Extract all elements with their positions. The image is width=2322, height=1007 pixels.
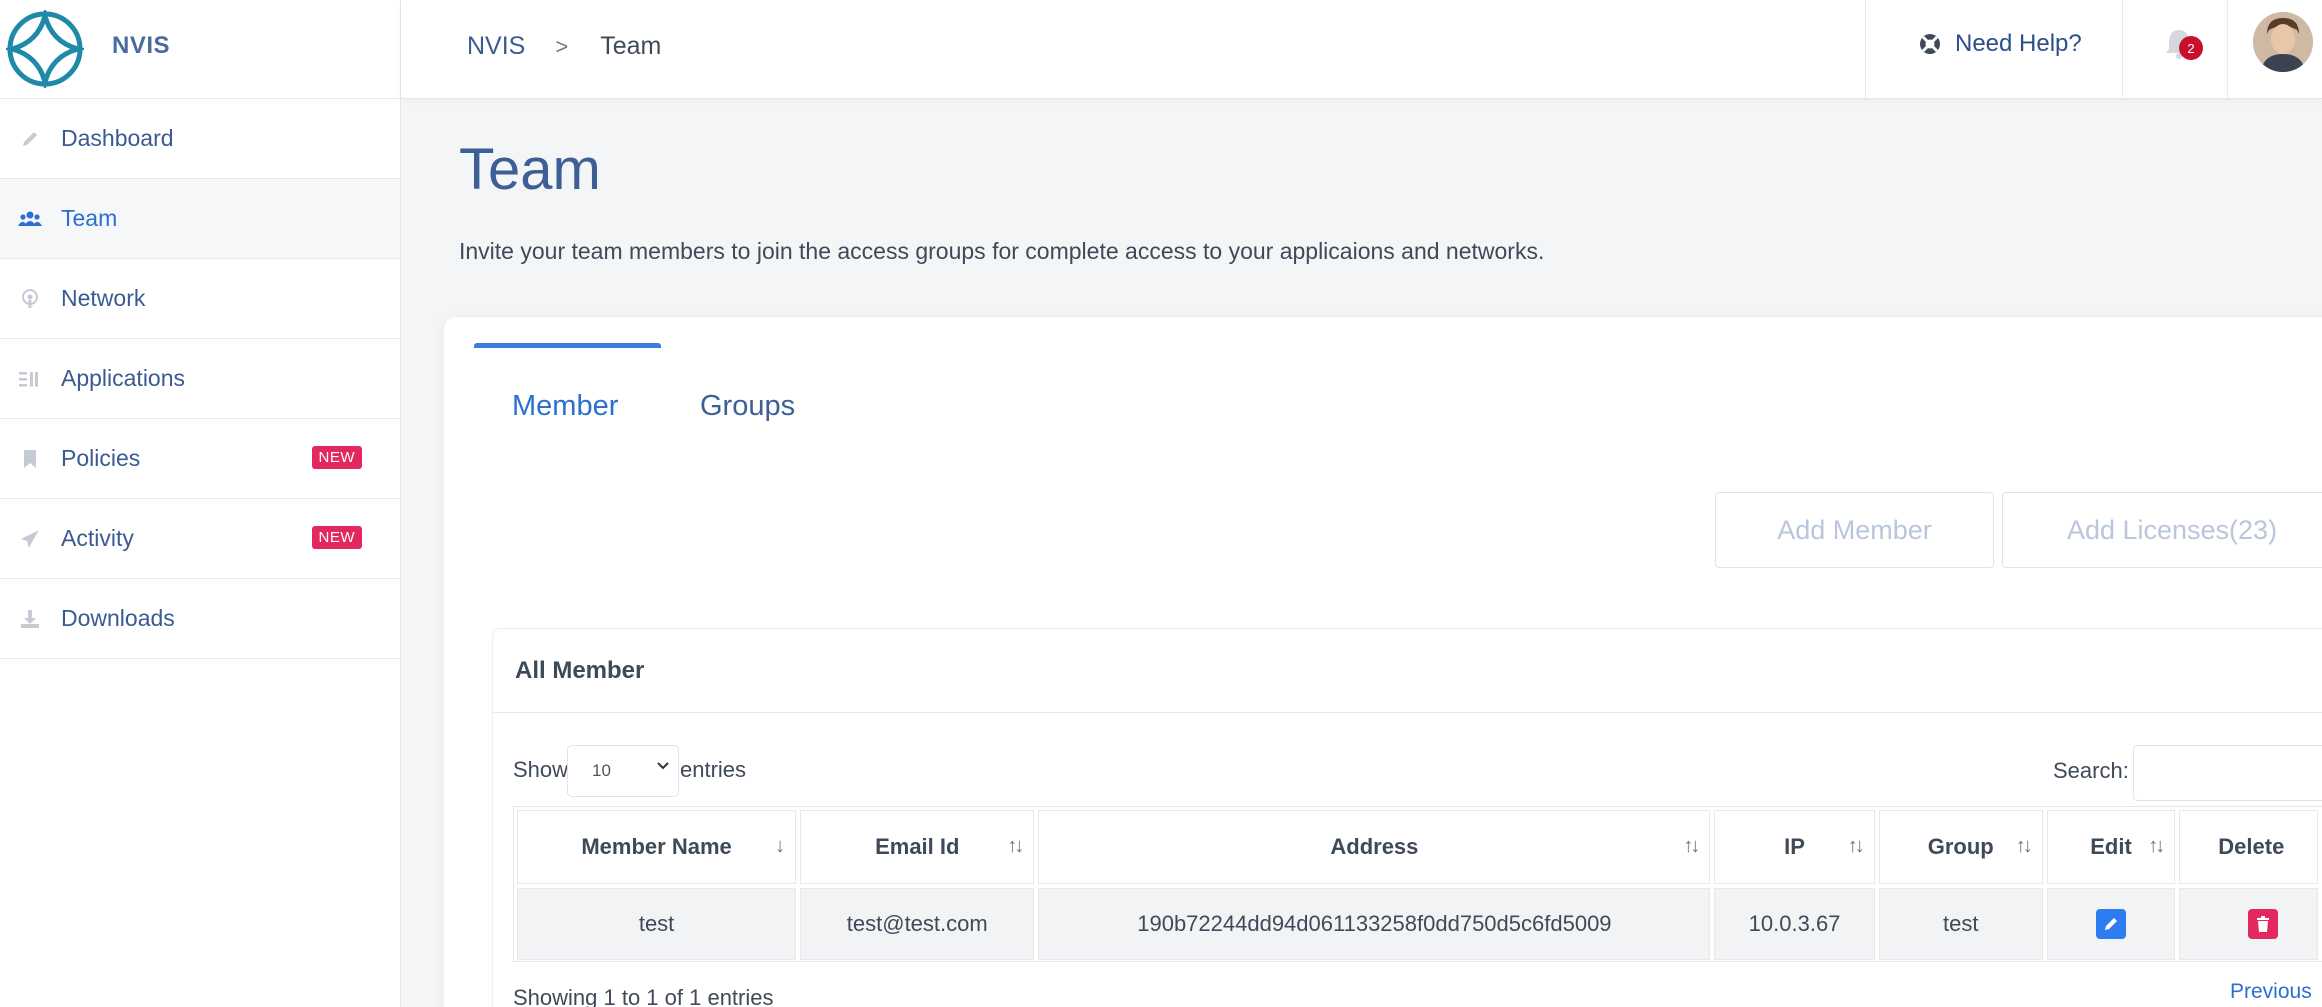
download-icon [18, 607, 42, 631]
avatar[interactable] [2253, 12, 2313, 72]
column-header-delete[interactable]: Delete [2179, 810, 2318, 884]
column-header-member-name[interactable]: Member Name ↓ [517, 810, 797, 884]
divider [492, 712, 2322, 713]
page-description: Invite your team members to join the acc… [459, 238, 1545, 264]
topbar-divider [2227, 0, 2228, 99]
sidebar-item-downloads[interactable]: Downloads [0, 579, 400, 659]
cell-delete [2179, 888, 2318, 960]
entries-select-value: 10 [592, 761, 611, 780]
page-title: Team [459, 137, 601, 202]
sidebar-item-team[interactable]: Team [0, 179, 400, 259]
sort-icon: ↑↓ [1847, 835, 1865, 857]
sidebar-item-label: Network [61, 285, 146, 311]
table-row: test test@test.com 190b72244dd94d0611332… [517, 888, 2318, 960]
life-ring-icon [1920, 34, 1940, 54]
members-table: Member Name ↓ Email Id ↑↓ Address ↑↓ IP … [513, 806, 2322, 964]
chevron-down-icon [657, 762, 669, 770]
delete-button[interactable] [2248, 909, 2279, 939]
sort-icon: ↑↓ [2148, 835, 2165, 857]
breadcrumb-root[interactable]: NVIS [467, 32, 525, 61]
new-badge: NEW [311, 446, 362, 469]
entries-label: entries [680, 757, 747, 782]
pencil-icon [18, 127, 42, 151]
cell-group: test [1878, 888, 2043, 960]
search-label: Search: [2053, 758, 2129, 783]
tab-indicator [474, 343, 661, 348]
new-badge: NEW [311, 526, 362, 549]
list-icon [18, 367, 42, 391]
cell-member-name: test [517, 888, 797, 960]
breadcrumb-current: Team [600, 32, 662, 60]
nvis-logo [6, 10, 84, 88]
need-help-link[interactable]: Need Help? [1919, 30, 2082, 58]
column-header-email[interactable]: Email Id ↑↓ [800, 810, 1035, 884]
add-member-button[interactable]: Add Member [1715, 492, 1994, 568]
members-card-title: All Member [515, 657, 645, 684]
cell-ip: 10.0.3.67 [1714, 888, 1875, 960]
sort-icon: ↑↓ [1007, 835, 1024, 857]
entries-select[interactable]: 10 [567, 745, 679, 797]
pencil-icon [2105, 918, 2118, 930]
table-summary: Showing 1 to 1 of 1 entries [513, 985, 774, 1007]
sort-icon: ↑↓ [2015, 835, 2033, 857]
sidebar-item-label: Team [61, 205, 118, 231]
notification-count-badge: 2 [2179, 36, 2203, 60]
sidebar-item-label: Dashboard [61, 125, 174, 151]
brand-name: NVIS [112, 32, 171, 59]
sidebar-item-label: Downloads [61, 605, 175, 631]
sidebar-item-applications[interactable]: Applications [0, 339, 400, 419]
topbar: NVIS > Team Need Help? 2 [401, 0, 2322, 99]
trash-icon [2257, 916, 2270, 932]
sidebar-item-activity[interactable]: Activity NEW [0, 499, 400, 579]
brand[interactable]: NVIS [0, 0, 400, 99]
sidebar-item-label: Applications [61, 365, 186, 391]
cell-address: 190b72244dd94d061133258f0dd750d5c6fd5009 [1038, 888, 1711, 960]
tab-member[interactable]: Member [512, 390, 618, 423]
edit-button[interactable] [2096, 909, 2127, 939]
podcast-icon [18, 287, 42, 311]
sidebar-item-policies[interactable]: Policies NEW [0, 419, 400, 499]
cell-edit [2046, 888, 2176, 960]
cell-email: test@test.com [800, 888, 1035, 960]
sort-desc-icon: ↓ [775, 835, 786, 857]
bookmark-icon [18, 447, 42, 471]
tab-groups[interactable]: Groups [700, 390, 795, 423]
need-help-label: Need Help? [1955, 30, 2082, 57]
users-icon [18, 207, 42, 231]
column-header-ip[interactable]: IP ↑↓ [1714, 810, 1875, 884]
show-label: Show [513, 757, 569, 782]
column-header-group[interactable]: Group ↑↓ [1878, 810, 2043, 884]
sort-icon: ↑↓ [1683, 835, 1700, 857]
breadcrumb: NVIS > Team [467, 32, 661, 61]
sidebar: NVIS Dashboard Team Network Applications… [0, 0, 401, 1007]
add-licenses-button[interactable]: Add Licenses(23) [2002, 492, 2322, 568]
pagination-previous[interactable]: Previous [2230, 980, 2312, 1004]
topbar-divider [2122, 0, 2123, 99]
column-header-edit[interactable]: Edit ↑↓ [2046, 810, 2176, 884]
column-header-address[interactable]: Address ↑↓ [1038, 810, 1711, 884]
breadcrumb-separator: > [555, 33, 569, 59]
sidebar-item-label: Policies [61, 445, 141, 471]
paper-plane-icon [18, 527, 42, 551]
sidebar-item-network[interactable]: Network [0, 259, 400, 339]
sidebar-item-dashboard[interactable]: Dashboard [0, 99, 400, 179]
search-input[interactable] [2133, 745, 2322, 801]
user-avatar-icon [2253, 12, 2313, 72]
topbar-divider [1865, 0, 1866, 99]
sidebar-item-label: Activity [61, 525, 134, 551]
